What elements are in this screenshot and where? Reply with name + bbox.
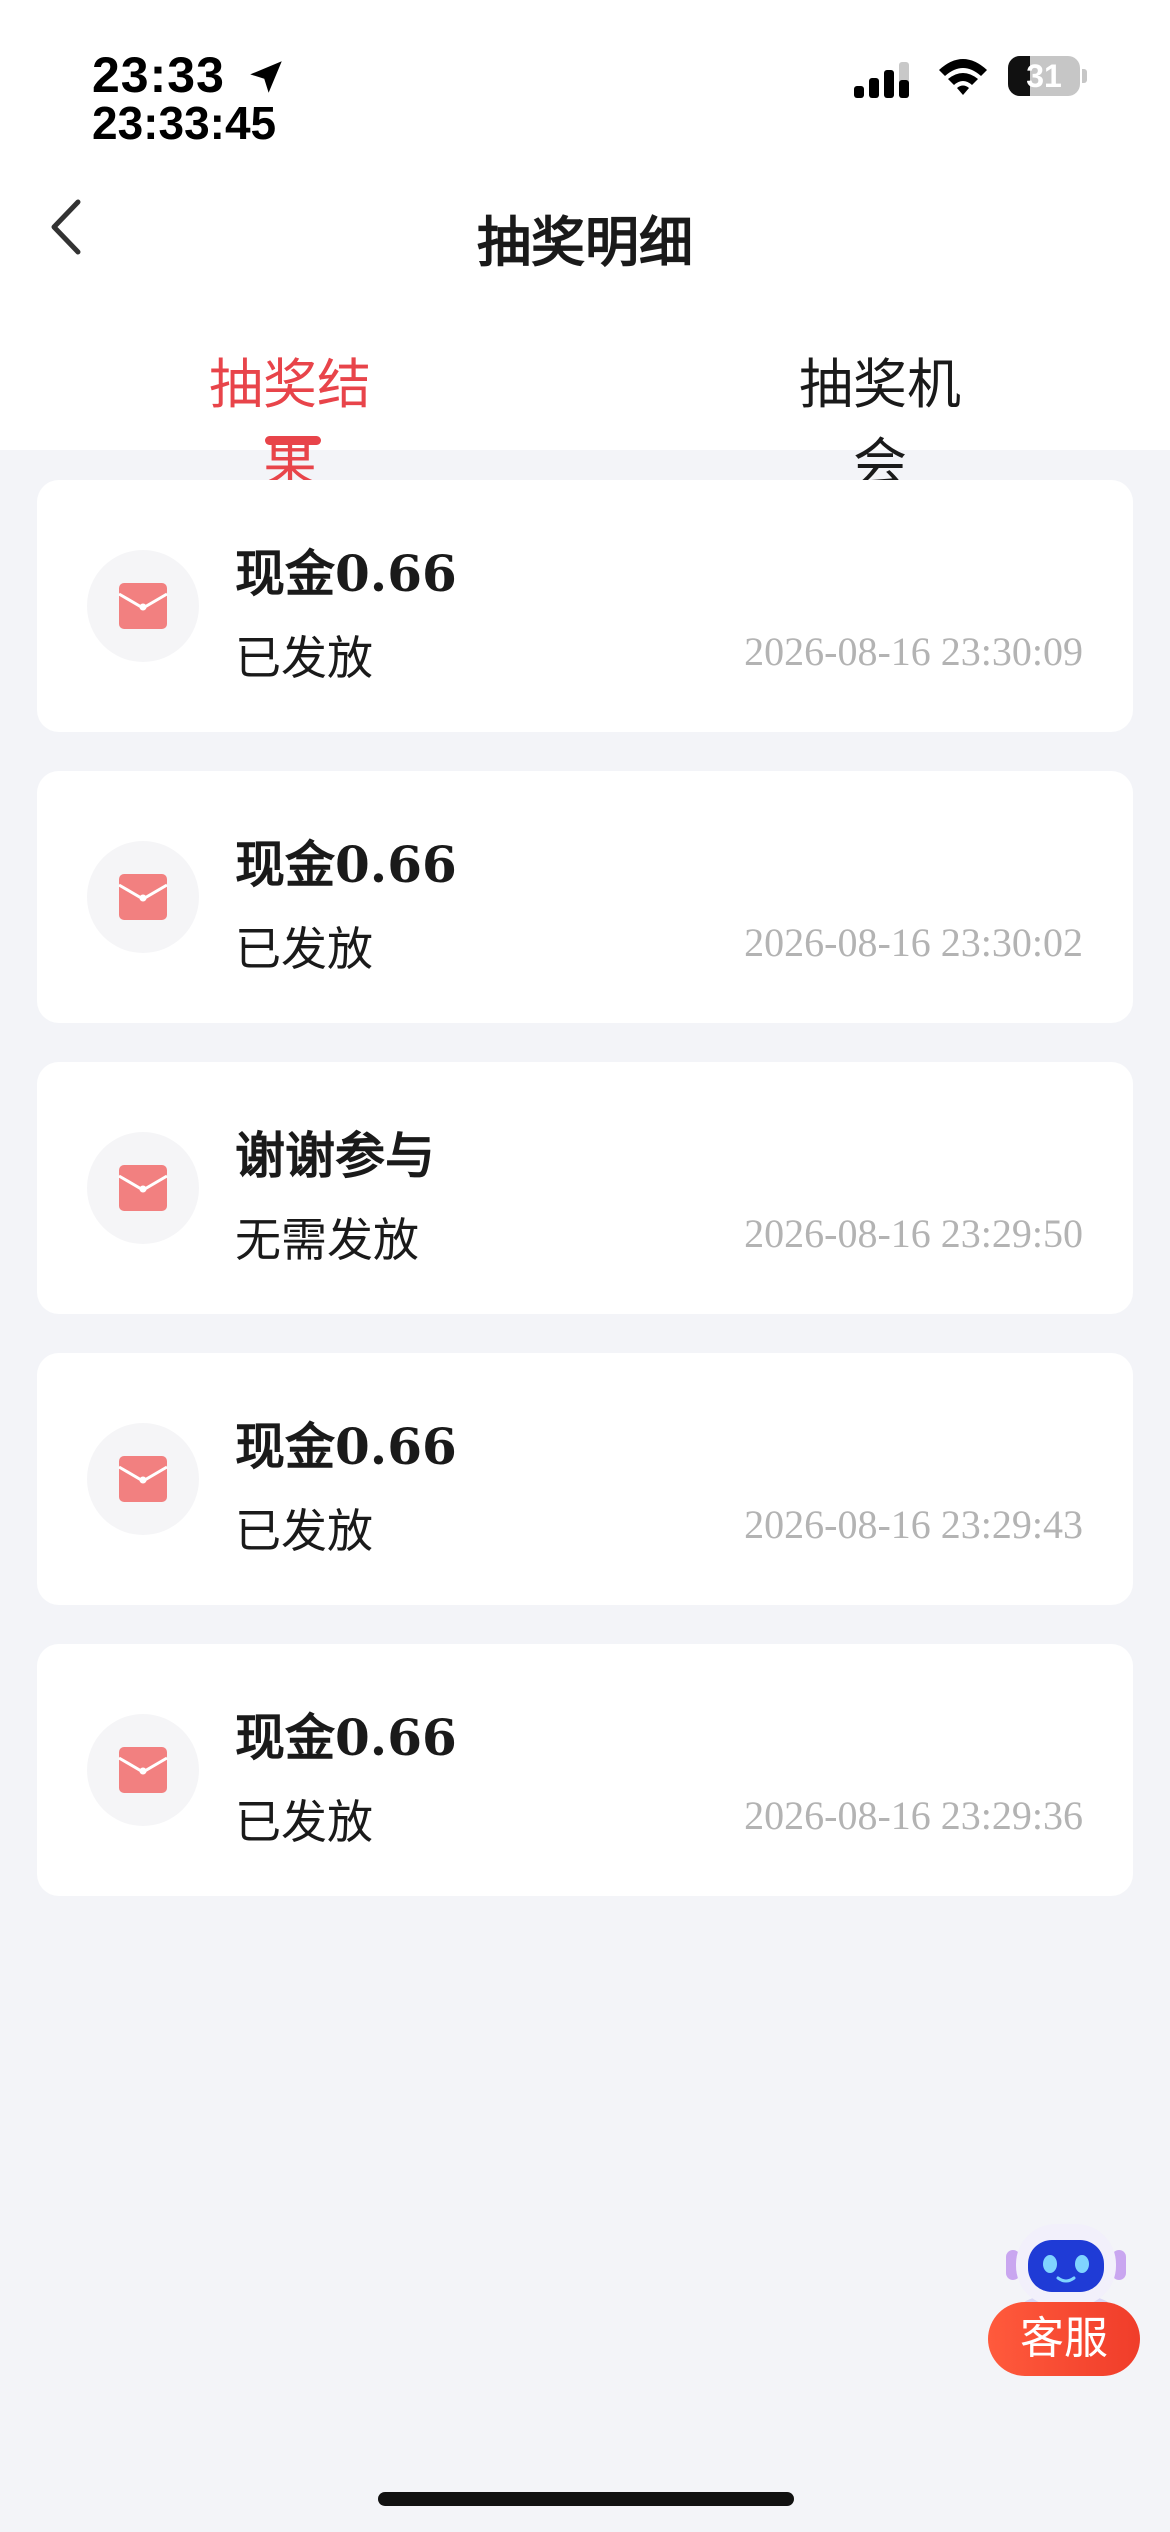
home-indicator xyxy=(378,2492,794,2506)
list-item[interactable]: 现金0.66 已发放 2026-08-16 23:30:02 xyxy=(37,771,1133,1023)
active-tab-indicator xyxy=(265,436,321,445)
record-status: 无需发放 xyxy=(235,1213,419,1267)
wifi-icon xyxy=(939,59,987,95)
battery-indicator: 31 xyxy=(1008,56,1087,98)
red-envelope-icon xyxy=(118,1165,168,1211)
list-item[interactable]: 谢谢参与 无需发放 2026-08-16 23:29:50 xyxy=(37,1062,1133,1314)
cellular-signal-icon xyxy=(854,62,909,98)
record-title: 现金0.66 xyxy=(235,1708,457,1767)
red-envelope-icon xyxy=(118,583,168,629)
page-title: 抽奖明细 xyxy=(477,211,693,274)
record-icon-badge xyxy=(87,1132,199,1244)
red-envelope-icon xyxy=(118,1747,168,1793)
record-status: 已发放 xyxy=(235,922,373,976)
record-time: 2026-08-16 23:29:50 xyxy=(744,1211,1083,1256)
list-item[interactable]: 现金0.66 已发放 2026-08-16 23:30:09 xyxy=(37,480,1133,732)
red-envelope-icon xyxy=(118,874,168,920)
battery-level: 31 xyxy=(1026,58,1062,94)
record-icon-badge xyxy=(87,1423,199,1535)
status-bar: 23:33 23:33:45 31 xyxy=(0,0,1170,170)
record-time: 2026-08-16 23:30:02 xyxy=(744,920,1083,965)
red-envelope-icon xyxy=(118,1456,168,1502)
record-time: 2026-08-16 23:29:43 xyxy=(744,1502,1083,1547)
header: 抽奖明细 抽奖结果 抽奖机会 xyxy=(0,170,1170,495)
list-item[interactable]: 现金0.66 已发放 2026-08-16 23:29:36 xyxy=(37,1644,1133,1896)
tab-lottery-results[interactable]: 抽奖结果 xyxy=(190,340,390,498)
record-status: 已发放 xyxy=(235,1795,373,1849)
record-time: 2026-08-16 23:29:36 xyxy=(744,1793,1083,1838)
location-arrow-icon xyxy=(250,61,282,93)
record-title: 谢谢参与 xyxy=(235,1126,435,1185)
record-time: 2026-08-16 23:30:09 xyxy=(744,629,1083,674)
record-icon-badge xyxy=(87,1714,199,1826)
record-status: 已发放 xyxy=(235,631,373,685)
record-icon-badge xyxy=(87,841,199,953)
customer-service-label: 客服 xyxy=(988,2302,1140,2376)
list-item[interactable]: 现金0.66 已发放 2026-08-16 23:29:43 xyxy=(37,1353,1133,1605)
status-time-seconds: 23:33:45 xyxy=(92,97,277,149)
record-title: 现金0.66 xyxy=(235,1417,457,1476)
record-icon-badge xyxy=(87,550,199,662)
record-title: 现金0.66 xyxy=(235,835,457,894)
record-title: 现金0.66 xyxy=(235,544,457,603)
record-status: 已发放 xyxy=(235,1504,373,1558)
tab-lottery-chances[interactable]: 抽奖机会 xyxy=(775,340,985,498)
customer-service-button[interactable]: 客服 xyxy=(988,2210,1144,2380)
